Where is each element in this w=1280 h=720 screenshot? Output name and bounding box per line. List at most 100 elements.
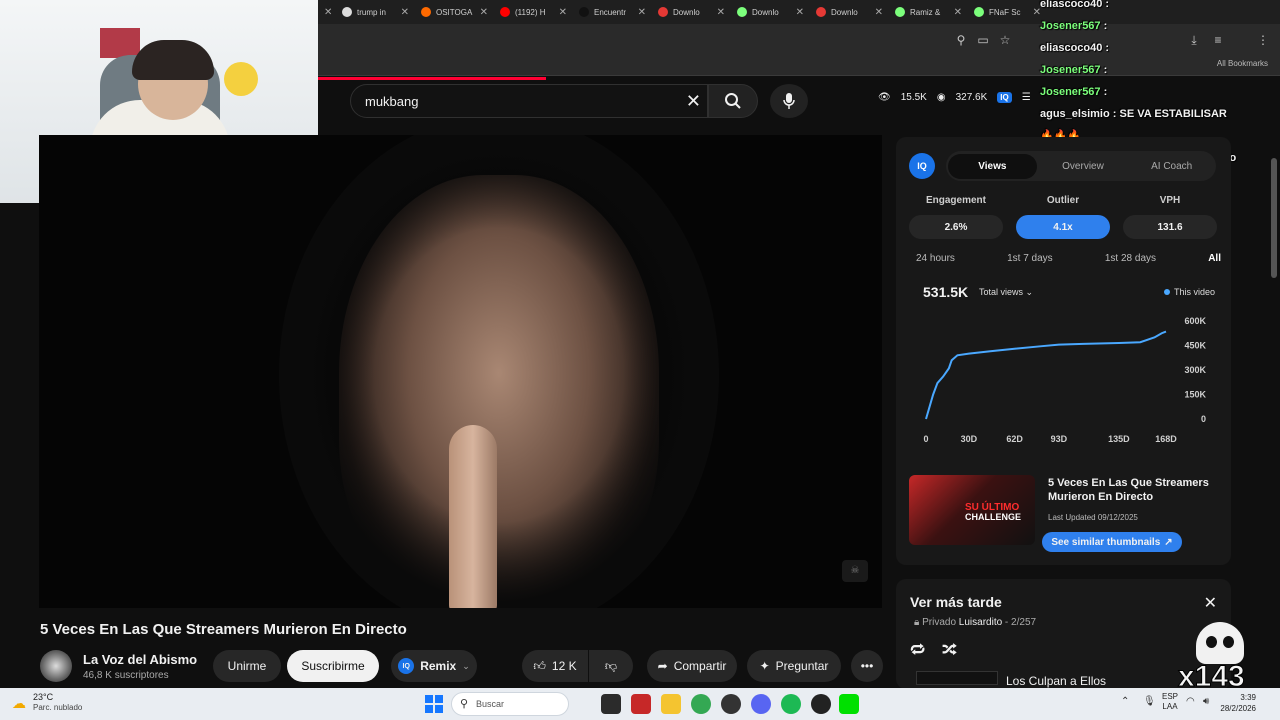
tray-language[interactable]: ESP LAA <box>1162 692 1178 712</box>
chrome-icon[interactable] <box>691 694 711 714</box>
tab-ai-coach[interactable]: AI Coach <box>1127 161 1216 172</box>
weather-temp[interactable]: 23°C <box>33 692 53 702</box>
tab-close-icon[interactable]: ✕ <box>401 7 409 18</box>
tab-favicon-icon <box>895 7 905 17</box>
remix-label: Remix <box>420 659 457 673</box>
range-24h[interactable]: 24 hours <box>916 253 955 264</box>
tab-overview[interactable]: Overview <box>1039 161 1128 172</box>
vidiq-badge[interactable]: IQ <box>997 92 1012 103</box>
tab-close-icon[interactable]: ✕ <box>480 7 488 18</box>
tab-close-icon[interactable]: ✕ <box>559 7 567 18</box>
like-button[interactable]: 👍︎ 12 K <box>522 650 588 682</box>
join-button[interactable]: Unirme <box>213 650 281 682</box>
ask-button[interactable]: ✦ Preguntar <box>747 650 841 682</box>
clock-time: 3:39 <box>1240 693 1256 702</box>
similar-thumbnail[interactable]: SU ÚLTIMO CHALLENGE <box>909 475 1035 545</box>
playlist-item-title[interactable]: Los Culpan a Ellos <box>1006 674 1106 688</box>
browser-tab[interactable]: Downlo ✕ <box>810 1 889 23</box>
share-button[interactable]: ➦ Compartir <box>647 650 737 682</box>
loop-icon[interactable]: 🔁︎ <box>910 639 925 661</box>
see-similar-thumbnails-button[interactable]: See similar thumbnails ↗ <box>1042 532 1182 552</box>
search-icon: ⚲ <box>460 698 469 710</box>
search-input[interactable]: mukbang ✕ <box>350 84 708 118</box>
app-green-icon[interactable] <box>839 694 859 714</box>
dislike-button[interactable]: 👎︎ <box>589 650 633 682</box>
chat-username[interactable]: Josener567 <box>1040 64 1101 76</box>
close-icon[interactable]: ✕ <box>1204 593 1217 613</box>
channel-name[interactable]: La Voz del Abismo <box>83 652 197 667</box>
scrollbar-thumb[interactable] <box>1271 158 1277 278</box>
browser-tab[interactable]: Downlo ✕ <box>652 1 731 23</box>
chat-username[interactable]: agus_elsimio <box>1040 108 1110 120</box>
shuffle-icon[interactable]: 🔀︎ <box>942 639 957 661</box>
chat-username[interactable]: eliascoco40 <box>1040 42 1102 54</box>
tray-mic-icon[interactable]: 🎙︎ <box>1143 696 1156 707</box>
task-view-icon[interactable] <box>601 694 621 714</box>
browser-tab[interactable]: (1192) H ✕ <box>494 1 573 23</box>
file-explorer-icon[interactable] <box>661 694 681 714</box>
app-dark-icon[interactable] <box>811 694 831 714</box>
chat-username[interactable]: eliascoco40 <box>1040 0 1102 10</box>
playlist-owner[interactable]: Luisardito <box>959 617 1002 628</box>
x-tick-label: 168D <box>1155 434 1177 444</box>
speaker-icon[interactable]: 🔊︎ <box>1203 696 1209 707</box>
weather-desc[interactable]: Parc. nublado <box>33 703 82 712</box>
cast-icon[interactable]: ▭ <box>975 33 991 47</box>
chat-separator: : <box>1100 64 1108 76</box>
chat-username[interactable]: Josener567 <box>1040 86 1101 98</box>
search-query: mukbang <box>365 93 419 109</box>
tab-close-icon[interactable]: ✕ <box>717 7 725 18</box>
tab-close-icon[interactable]: ✕ <box>318 1 336 23</box>
tab-label: Downlo <box>831 7 858 17</box>
tray-chevron-icon[interactable]: ⌃ <box>1121 696 1129 707</box>
views-metric-select[interactable]: Total views ⌄ <box>979 287 1033 298</box>
y-tick-label: 450K <box>1184 341 1206 351</box>
browser-tab[interactable]: Encuentr ✕ <box>573 1 652 23</box>
channel-watermark-icon[interactable]: ☠ <box>842 560 868 582</box>
range-all[interactable]: All <box>1208 253 1221 264</box>
chat-separator: : <box>1102 0 1110 10</box>
tab-label: Ramiz & <box>910 7 941 17</box>
discord-icon[interactable] <box>751 694 771 714</box>
browser-tab[interactable]: OSITOGA ✕ <box>415 1 494 23</box>
video-finger <box>449 425 497 608</box>
weather-cloud-icon[interactable]: ☁ <box>12 695 26 712</box>
browser-tab[interactable]: trump in ✕ <box>336 1 415 23</box>
chat-username[interactable]: Josener567 <box>1040 20 1101 32</box>
tray-clock[interactable]: 3:39 28/2/2026 <box>1220 692 1256 714</box>
tab-close-icon[interactable]: ✕ <box>954 7 962 18</box>
playlist-item-thumbnail[interactable] <box>916 671 998 685</box>
subscribe-button[interactable]: Suscribirme <box>287 650 379 682</box>
tab-views[interactable]: Views <box>948 153 1037 179</box>
more-actions-button[interactable]: ••• <box>851 650 883 682</box>
browser-tab[interactable]: Ramiz & ✕ <box>889 1 968 23</box>
app-red-icon[interactable] <box>631 694 651 714</box>
bookmark-star-icon[interactable]: ☆ <box>997 33 1013 47</box>
share-icon: ➦ <box>657 659 668 673</box>
channel-avatar[interactable] <box>40 650 72 682</box>
remix-button[interactable]: IQ Remix ⌄ <box>391 650 477 682</box>
obs-icon[interactable] <box>721 694 741 714</box>
page-load-progress <box>318 77 546 80</box>
zoom-icon[interactable]: ⚲ <box>953 33 969 47</box>
video-player[interactable]: ☠ <box>39 135 882 608</box>
browser-tab[interactable]: Downlo ✕ <box>731 1 810 23</box>
range-7d[interactable]: 1st 7 days <box>1007 253 1053 264</box>
vidiq-menu-icon[interactable]: ☰ <box>1022 92 1031 103</box>
taskbar-search[interactable]: ⚲ Buscar <box>451 692 569 716</box>
x-tick-label: 93D <box>1051 434 1068 444</box>
tab-close-icon[interactable]: ✕ <box>638 7 646 18</box>
page-scrollbar[interactable] <box>1268 80 1280 688</box>
clear-search-icon[interactable]: ✕ <box>686 91 701 112</box>
windows-start-icon[interactable] <box>425 695 443 713</box>
range-28d[interactable]: 1st 28 days <box>1105 253 1156 264</box>
chart-legend: This video <box>1163 287 1215 297</box>
tab-close-icon[interactable]: ✕ <box>875 7 883 18</box>
voice-search-button[interactable] <box>770 84 808 118</box>
spotify-icon[interactable] <box>781 694 801 714</box>
tab-close-icon[interactable]: ✕ <box>796 7 804 18</box>
wifi-icon[interactable]: ◠ <box>1186 696 1195 707</box>
y-tick-label: 150K <box>1184 390 1206 400</box>
search-button[interactable] <box>708 84 758 118</box>
x-tick-label: 62D <box>1006 434 1023 444</box>
